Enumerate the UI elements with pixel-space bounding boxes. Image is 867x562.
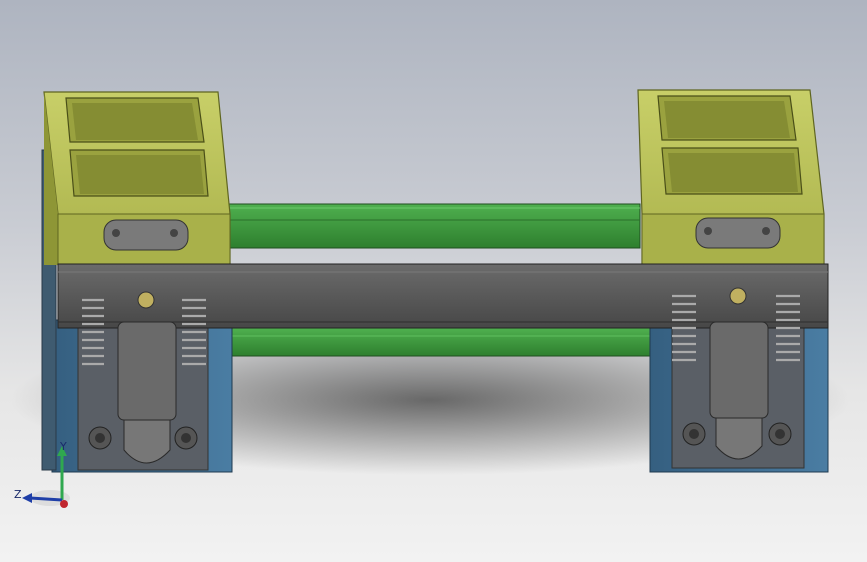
triad-y-label: Y: [59, 440, 67, 453]
x-axis-icon: [60, 500, 68, 508]
cross-beam[interactable]: [57, 263, 829, 329]
triad-z-label: Z: [14, 488, 22, 501]
cad-model[interactable]: [0, 0, 867, 562]
upper-rail[interactable]: [227, 203, 641, 249]
lower-rail[interactable]: [224, 327, 656, 357]
z-axis-icon: [29, 496, 63, 502]
graphics-viewport[interactable]: Y Z: [0, 0, 867, 562]
reference-triad: Y Z: [14, 440, 70, 508]
